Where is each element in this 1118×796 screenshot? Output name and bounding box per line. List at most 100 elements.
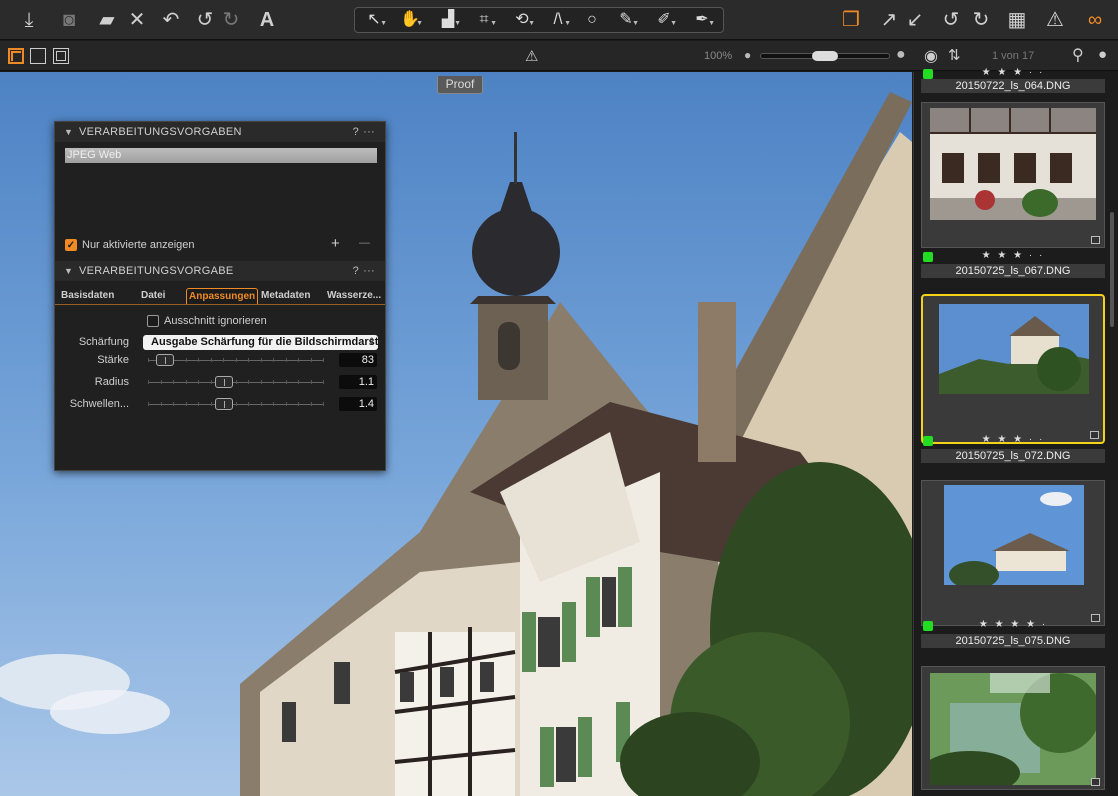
image-counter: 1 von 17 [992, 50, 1035, 62]
panel-header-recipe[interactable]: ▼ VERARBEITUNGSVORGABE ? ··· [55, 261, 385, 281]
proof-badge[interactable]: Proof [437, 76, 483, 94]
redo-icon[interactable]: ↻ [218, 7, 244, 33]
slider-knob[interactable] [215, 398, 233, 410]
pan-tool-icon[interactable]: ✋ ▼ [395, 9, 425, 31]
slider-tick [323, 358, 324, 362]
filename-label: 20150725_ls_072.DNG [921, 449, 1105, 463]
remove-recipe-button[interactable]: — [359, 237, 370, 249]
warning-icon[interactable]: ⚠ [525, 47, 538, 65]
slider-tick [198, 358, 199, 362]
zoom-slider-knob[interactable] [812, 51, 838, 61]
select-arrows-icon[interactable]: ⇕ [368, 336, 376, 347]
close-icon[interactable]: ✕ [124, 7, 150, 33]
copy-adjustments-icon[interactable]: ↗ [876, 7, 902, 33]
crop-icon[interactable]: ⌗ ▼ [469, 9, 499, 31]
thumbnail[interactable] [921, 102, 1105, 248]
text-tool-icon[interactable]: A [254, 7, 280, 33]
thumbnail-image [944, 485, 1084, 585]
ignore-crop-label: Ausschnitt ignorieren [164, 315, 267, 327]
slider-tick [185, 358, 187, 362]
slider-tick [160, 402, 162, 406]
brush-tool-icon[interactable]: ✎ ▼ [611, 9, 641, 31]
help-icon[interactable]: ? [353, 261, 359, 281]
star-rating[interactable]: ★ ★ ★ · · [921, 66, 1105, 80]
import-icon[interactable]: ⤓ [16, 7, 42, 33]
recipe-list-item[interactable]: JPEG Web [65, 148, 377, 163]
tab-wasserzeichen[interactable]: Wasserze... [327, 288, 381, 304]
stack-icon[interactable]: ❐ [838, 7, 864, 33]
tab-basisdaten[interactable]: Basisdaten [61, 288, 114, 304]
circle-tool-icon[interactable]: ○ [577, 9, 607, 31]
annotate-tool-icon[interactable]: ✒ ▼ [687, 9, 717, 31]
more-options-icon[interactable]: ··· [363, 122, 375, 142]
slider-tick [198, 402, 199, 406]
slider-tick [185, 380, 187, 384]
panel-header-recipes[interactable]: ▼ VERARBEITUNGSVORGABEN ? ··· [55, 122, 385, 142]
tab-underline [55, 304, 385, 305]
redo-all-icon[interactable]: ↻ [968, 7, 994, 33]
star-rating[interactable]: ★ ★ ★ ★ · [921, 618, 1105, 632]
fit-view-inner [56, 51, 66, 61]
eye-icon[interactable]: ◉ [924, 46, 938, 66]
rotate-tool-icon[interactable]: ⟲ ▼ [507, 9, 537, 31]
thumbnail-selected[interactable] [921, 294, 1105, 444]
slider-tick [273, 358, 274, 362]
slider-label: Schwellen... [69, 398, 129, 410]
chevron-down-icon[interactable]: ▼ [64, 122, 73, 142]
only-active-checkbox[interactable]: ✓ [65, 239, 77, 251]
slider-value-field[interactable]: 83 [339, 353, 377, 367]
star-rating[interactable]: ★ ★ ★ · · [921, 433, 1105, 447]
search-icon[interactable]: ⚲ [1072, 45, 1084, 65]
slider-tick [148, 380, 149, 384]
slider-tick [273, 380, 274, 384]
reset-icon[interactable]: ↺ [938, 7, 964, 33]
undo-icon[interactable]: ↺ [192, 7, 218, 33]
add-recipe-button[interactable]: + [331, 235, 340, 252]
chevron-down-icon[interactable]: ▼ [64, 261, 73, 281]
tab-anpassungen[interactable]: Anpassungen [186, 288, 259, 304]
slider-value-field[interactable]: 1.4 [339, 397, 377, 411]
slider-tick [148, 358, 149, 362]
picker-tool-icon[interactable]: ✐ ▼ [649, 9, 679, 31]
slider-knob[interactable] [155, 354, 174, 366]
slider-tick [185, 402, 187, 406]
process-recipe-panel: ▼ VERARBEITUNGSVORGABEN ? ··· JPEG Web ✓… [54, 121, 386, 471]
slider-tick [173, 402, 174, 406]
slider-tick [248, 358, 249, 362]
slider-label: Stärke [97, 354, 129, 366]
tab-datei[interactable]: Datei [141, 288, 165, 304]
apply-adjustments-icon[interactable]: ↙ [902, 7, 928, 33]
folder-icon[interactable]: ▰ [94, 7, 120, 33]
slider-tick [248, 402, 249, 406]
single-view-icon[interactable] [30, 48, 46, 64]
crop-tool-icon[interactable]: ▟ ▼ [433, 9, 463, 31]
grid-icon[interactable]: ▦ [1004, 7, 1030, 33]
thumbnail[interactable] [921, 666, 1105, 790]
adjustment-badge-icon [1091, 778, 1100, 786]
slider-value-field[interactable]: 1.1 [339, 375, 377, 389]
slider-tick [310, 358, 312, 362]
glasses-icon[interactable]: ∞ [1078, 7, 1112, 33]
undo-history-icon[interactable]: ↶ [158, 7, 184, 33]
sharpening-select[interactable]: Ausgabe Schärfung für die Bildschirmdars… [143, 335, 378, 350]
panel-title-recipes: VERARBEITUNGSVORGABEN [79, 126, 242, 138]
person-small-icon: ● [744, 48, 752, 62]
star-rating[interactable]: ★ ★ ★ · · [921, 249, 1105, 263]
slider-tick [298, 402, 299, 406]
cursor-tool-icon[interactable]: ↖ ▼ [359, 9, 389, 31]
browser-scrollbar[interactable] [1110, 212, 1114, 327]
thumbnail[interactable] [921, 480, 1105, 626]
ignore-crop-checkbox[interactable] [147, 315, 159, 327]
slider-knob[interactable] [215, 376, 233, 388]
camera-icon[interactable]: ◙ [56, 7, 82, 33]
more-options-icon[interactable]: ··· [363, 261, 375, 281]
user-icon[interactable]: ● [1098, 46, 1107, 63]
sort-icon[interactable]: ⇅ [948, 46, 961, 64]
help-icon[interactable]: ? [353, 122, 359, 142]
warning-icon[interactable]: ⚠ [1042, 7, 1068, 33]
keystone-tool-icon[interactable]: /\ ▼ [543, 9, 573, 31]
only-active-label: Nur aktivierte anzeigen [82, 239, 195, 251]
tab-metadaten[interactable]: Metadaten [261, 288, 310, 304]
cursor-tools-group: ↖ ▼ ✋ ▼ ▟ ▼ ⌗ ▼ ⟲ ▼ /\ ▼ ○ ✎ ▼ ✐ ▼ ✒ ▼ [354, 7, 724, 33]
sharpening-label: Schärfung [78, 336, 129, 348]
